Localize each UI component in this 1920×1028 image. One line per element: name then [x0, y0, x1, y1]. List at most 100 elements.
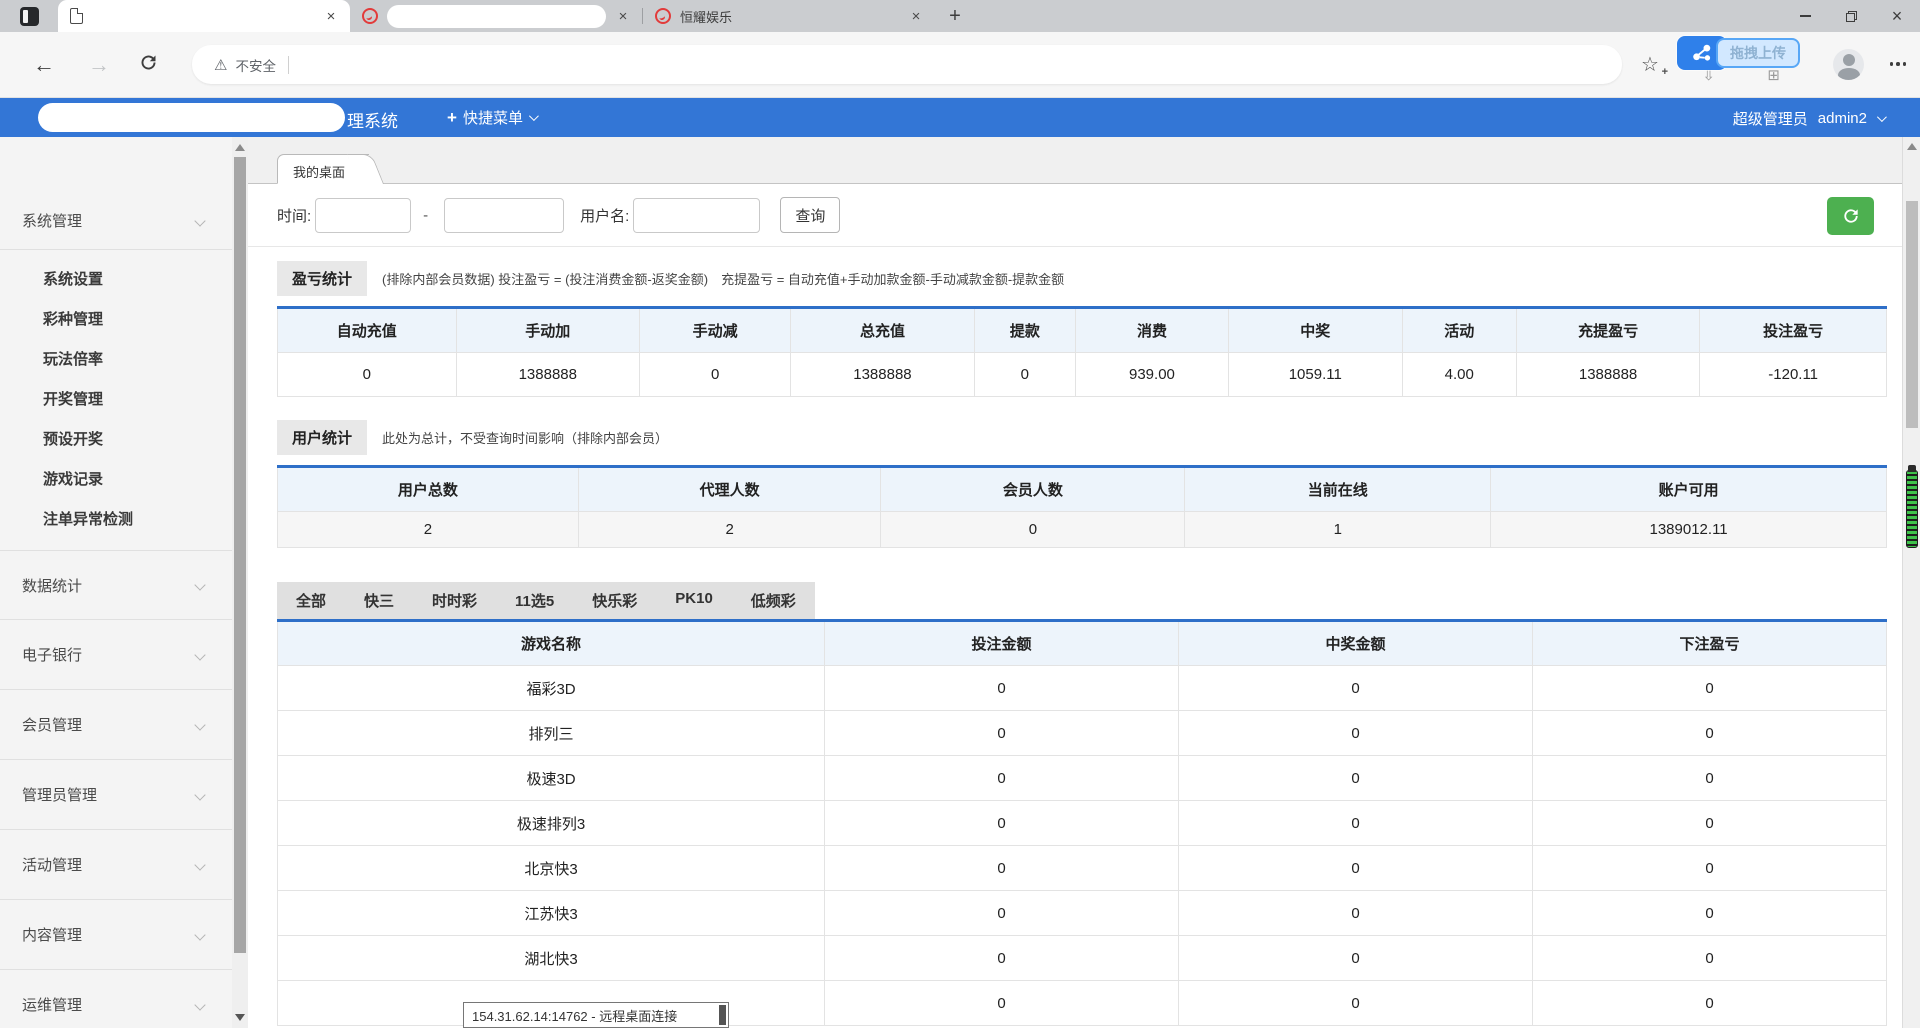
cell: 1388888 [791, 353, 974, 397]
tab-kuaisan[interactable]: 快三 [345, 582, 413, 619]
not-secure-label: 不安全 [235, 55, 276, 75]
sidebar-group-ebank[interactable]: 电子银行 [0, 620, 232, 690]
cell: 0 [825, 756, 1179, 801]
scrollbar-thumb[interactable] [1906, 201, 1918, 428]
profit-section-title: 盈亏统计 [277, 261, 367, 296]
scroll-up-icon[interactable] [1907, 143, 1917, 150]
browser-menu-icon[interactable] [1890, 62, 1907, 66]
column-header: 手动减 [640, 308, 791, 353]
quick-menu-button[interactable]: + 快捷菜单 [447, 107, 536, 128]
sidebar-group-label: 内容管理 [22, 924, 82, 945]
games-table: 游戏名称 投注金额 中奖金额 下注盈亏 福彩3D 0 0 0 排列三 0 [277, 619, 1887, 1026]
sidebar-item-play-odds[interactable]: 玩法倍率 [0, 338, 232, 378]
tab-dipincai[interactable]: 低频彩 [732, 582, 815, 619]
cell: 1059.11 [1228, 353, 1402, 397]
page-scrollbar[interactable] [1902, 137, 1920, 1028]
new-tab-button[interactable]: + [941, 2, 969, 30]
collections-icon[interactable]: ⊞ [1767, 66, 1780, 84]
user-menu[interactable]: 超级管理员 admin2 [1733, 108, 1884, 129]
sidebar-group-admins[interactable]: 管理员管理 [0, 760, 232, 830]
chevron-down-icon [194, 999, 205, 1010]
restore-icon [1846, 11, 1857, 22]
sidebar-group-data-stats[interactable]: 数据统计 [0, 550, 232, 620]
sidebar-group-label: 管理员管理 [22, 784, 97, 805]
table-row: 极速排列3 0 0 0 [278, 801, 1887, 846]
close-icon[interactable]: × [907, 7, 925, 25]
column-header: 投注金额 [825, 621, 1179, 666]
close-icon[interactable]: × [322, 7, 340, 25]
sidebar-group-label: 数据统计 [22, 575, 82, 596]
workspace-icon[interactable] [20, 7, 39, 26]
username-input[interactable] [633, 198, 760, 233]
close-window-button[interactable]: × [1874, 0, 1920, 32]
chevron-down-icon [194, 649, 205, 660]
sidebar-group-activities[interactable]: 活动管理 [0, 830, 232, 900]
restore-button[interactable] [1828, 0, 1874, 32]
screen: × × 恒耀娱乐 × + × ← → ⚠ 不安全 [0, 0, 1920, 1028]
chevron-down-icon [194, 859, 205, 870]
cell: 0 [1179, 756, 1533, 801]
browser-toolbar: ← → ⚠ 不安全 ☆ + ⇩ ⊞ 拖拽上传 [0, 32, 1920, 98]
star-icon: ☆ [1641, 54, 1659, 76]
column-header: 消费 [1076, 308, 1229, 353]
browser-tab-3[interactable]: 恒耀娱乐 × [643, 0, 935, 32]
cell: 0 [1179, 711, 1533, 756]
back-icon[interactable]: ← [33, 52, 55, 78]
cell: 极速排列3 [278, 801, 825, 846]
refresh-button[interactable] [1827, 197, 1874, 235]
profit-section-header: 盈亏统计 (排除内部会员数据) 投注盈亏 = (投注消费金额-返奖金额) 充提盈… [277, 261, 1887, 296]
scroll-down-icon[interactable] [235, 1014, 245, 1021]
sidebar-group-members[interactable]: 会员管理 [0, 690, 232, 760]
users-section-note: 此处为总计，不受查询时间影响（排除内部会员） [382, 428, 668, 447]
browser-tab-2[interactable]: × [350, 0, 642, 32]
cell: 2 [278, 512, 579, 548]
username-label: 用户名: [580, 205, 629, 226]
time-from-input[interactable] [315, 198, 411, 233]
window-controls: × [1782, 0, 1920, 32]
scrollbar-thumb[interactable] [234, 157, 246, 953]
profile-avatar[interactable] [1833, 49, 1864, 80]
sidebar-item-system-settings[interactable]: 系统设置 [0, 258, 232, 298]
sidebar-group-content[interactable]: 内容管理 [0, 900, 232, 970]
profit-section-note: (排除内部会员数据) 投注盈亏 = (投注消费金额-返奖金额) 充提盈亏 = 自… [382, 269, 1064, 288]
sidebar-item-game-records[interactable]: 游戏记录 [0, 458, 232, 498]
sidebar-item-preset-draw[interactable]: 预设开奖 [0, 418, 232, 458]
cell: 0 [1533, 756, 1887, 801]
table-row: 2 2 0 1 1389012.11 [278, 512, 1887, 548]
reload-icon[interactable] [138, 52, 159, 78]
cell: 湖北快3 [278, 936, 825, 981]
cell: 2 [578, 512, 880, 548]
time-to-input[interactable] [444, 198, 564, 233]
sidebar-scrollbar[interactable] [232, 137, 248, 1028]
scroll-up-icon[interactable] [235, 144, 245, 151]
sidebar-item-draw-mgmt[interactable]: 开奖管理 [0, 378, 232, 418]
minimize-button[interactable] [1782, 0, 1828, 32]
sidebar-group-system[interactable]: 系统管理 [0, 192, 232, 250]
cell: 福彩3D [278, 666, 825, 711]
tab-kuailecai[interactable]: 快乐彩 [573, 582, 656, 619]
close-icon[interactable]: × [614, 7, 632, 25]
cell: 0 [825, 981, 1179, 1026]
profit-table: 自动充值 手动加 手动减 总充值 提款 消费 中奖 活动 充提盈亏 投注盈亏 0… [277, 306, 1887, 397]
cell: 939.00 [1076, 353, 1229, 397]
filter-bar: 时间: - 用户名: 查询 [248, 184, 1902, 247]
cell: 0 [1533, 891, 1887, 936]
column-header: 充提盈亏 [1516, 308, 1699, 353]
tab-11x5[interactable]: 11选5 [496, 582, 573, 619]
sidebar-item-bet-anomaly[interactable]: 注单异常检测 [0, 498, 232, 538]
address-bar[interactable]: ⚠ 不安全 [192, 45, 1622, 84]
tab-title: 恒耀娱乐 [680, 7, 907, 26]
bookmark-button[interactable]: ☆ + [1641, 52, 1665, 76]
sidebar: 系统管理 系统设置 彩种管理 玩法倍率 开奖管理 预设开奖 游戏记录 注单异常检… [0, 137, 232, 1028]
tab-shishicai[interactable]: 时时彩 [413, 582, 496, 619]
tab-all[interactable]: 全部 [277, 582, 345, 619]
tab-my-desktop[interactable]: 我的桌面 [277, 154, 369, 184]
query-button[interactable]: 查询 [780, 197, 840, 233]
tab-pk10[interactable]: PK10 [656, 582, 732, 619]
sidebar-item-lottery-mgmt[interactable]: 彩种管理 [0, 298, 232, 338]
forward-icon: → [88, 52, 110, 78]
sidebar-group-ops[interactable]: 运维管理 [0, 970, 232, 1028]
cell: 排列三 [278, 711, 825, 756]
brand-red-icon [655, 8, 671, 24]
browser-tab-1[interactable]: × [58, 0, 350, 32]
